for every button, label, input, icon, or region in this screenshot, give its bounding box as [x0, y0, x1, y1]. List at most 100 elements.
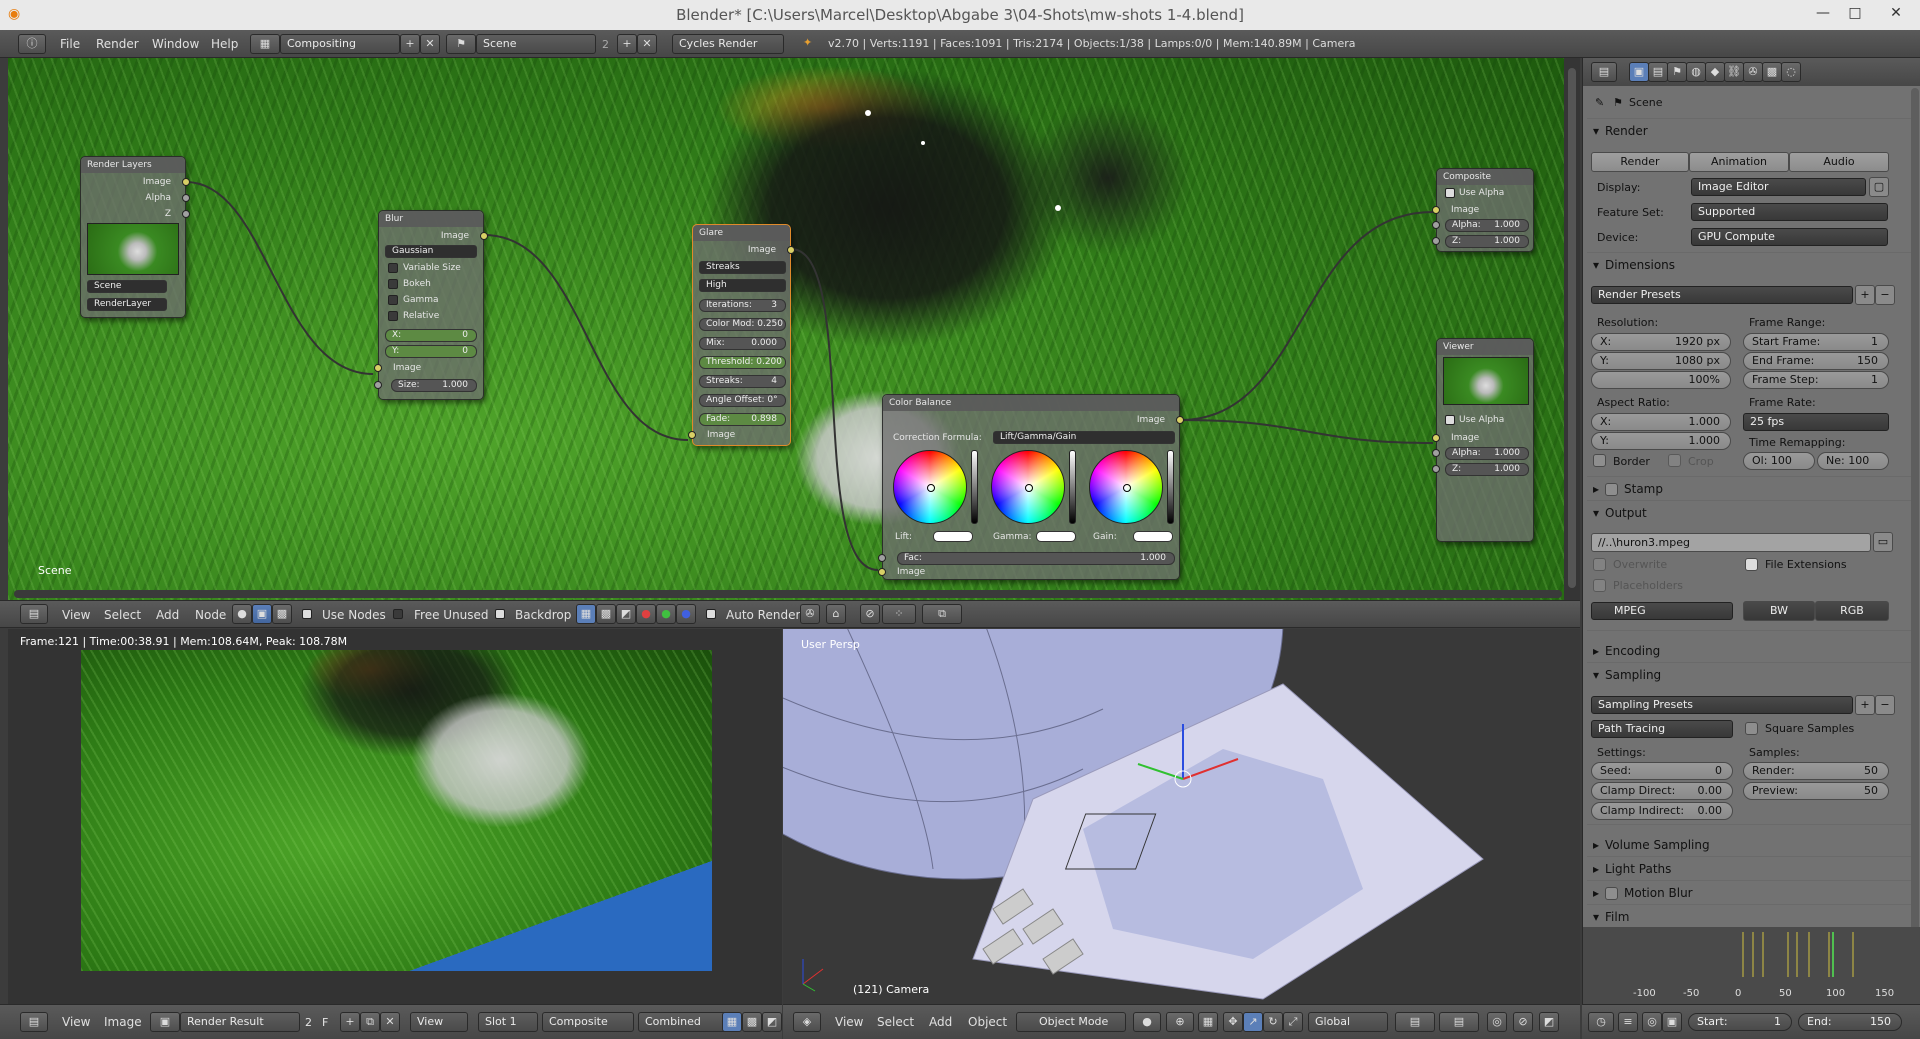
stamp-checkbox[interactable]	[1605, 483, 1618, 496]
timeline-start-field[interactable]: Start: 1	[1688, 1013, 1792, 1031]
aspect-y-field[interactable]: Y: 1.000	[1591, 432, 1731, 450]
occlude-icon[interactable]: ▦	[1198, 1012, 1218, 1032]
translate-icon[interactable]: ↗	[1243, 1012, 1263, 1032]
blur-x-field[interactable]: X: 0	[385, 329, 477, 342]
node-blur[interactable]: Blur Image Gaussian Variable Size Bokeh …	[374, 210, 488, 400]
render-layer-select[interactable]: Composite	[542, 1012, 634, 1032]
node-glare[interactable]: Glare Image Streaks High Iterations: 3 Co…	[688, 224, 795, 446]
sampling-panel-header[interactable]: ▾ Sampling	[1593, 668, 1661, 682]
menu-help[interactable]: Help	[211, 37, 238, 51]
object-tab-icon[interactable]: ◆	[1705, 62, 1725, 82]
overwrite-checkbox[interactable]	[1593, 558, 1606, 571]
stamp-panel-header[interactable]: ▸ Stamp	[1593, 482, 1663, 496]
input-socket[interactable]	[1432, 206, 1440, 214]
film-panel-header[interactable]: ▾ Film	[1593, 910, 1629, 924]
orientation-select[interactable]: Global	[1308, 1012, 1388, 1032]
green-channel-icon[interactable]: ●	[656, 604, 676, 624]
view-mode-select[interactable]: View	[410, 1012, 468, 1032]
input-socket[interactable]	[878, 568, 886, 576]
snap-icon[interactable]: ⊘	[1513, 1012, 1533, 1032]
layers-icon[interactable]: ▤	[1395, 1012, 1435, 1032]
seed-field[interactable]: Seed: 0	[1591, 762, 1733, 780]
constraints-tab-icon[interactable]: ⛓	[1724, 62, 1744, 82]
rgb-button[interactable]: RGB	[1815, 601, 1889, 621]
node-render-layers[interactable]: Render Layers Image Alpha Z Scene Render…	[80, 156, 190, 318]
alpha-field[interactable]: Alpha: 1.000	[1445, 447, 1529, 460]
formula-select[interactable]: Lift/Gamma/Gain	[993, 431, 1175, 444]
start-frame-field[interactable]: Start Frame: 1	[1743, 333, 1889, 351]
editor-type-icon[interactable]: ◷	[1588, 1012, 1614, 1032]
color-mod-field[interactable]: Color Mod: 0.250	[699, 318, 786, 331]
node-editor-vscroll[interactable]	[1564, 58, 1580, 600]
add-scene-icon[interactable]: +	[617, 34, 637, 54]
dimensions-panel-header[interactable]: ▾ Dimensions	[1593, 258, 1675, 272]
node-composite[interactable]: Composite Use Alpha Image Alpha: 1.000 Z:…	[1432, 168, 1534, 252]
mix-field[interactable]: Mix: 0.000	[699, 337, 786, 350]
lift-color-wheel[interactable]	[893, 450, 967, 524]
scale-icon[interactable]: ⤢	[1283, 1012, 1303, 1032]
time-new-field[interactable]: Ne: 100	[1817, 452, 1889, 470]
modifiers-tab-icon[interactable]: ✇	[1743, 62, 1763, 82]
resolution-percentage-field[interactable]: 100%	[1591, 371, 1731, 389]
editor-type-icon[interactable]: ◈	[793, 1012, 821, 1032]
glare-type-select[interactable]: Streaks	[699, 261, 786, 274]
input-socket[interactable]	[878, 554, 886, 562]
snap-icon[interactable]: ⊘	[860, 604, 880, 624]
minimize-button[interactable]: —	[1808, 2, 1838, 24]
editor-type-icon[interactable]: ⓘ	[18, 34, 46, 54]
manipulator-icon[interactable]: ✥	[1223, 1012, 1243, 1032]
gain-value-slider[interactable]	[1167, 450, 1174, 524]
unlink-image-icon[interactable]: ✕	[380, 1012, 400, 1032]
output-socket[interactable]	[182, 178, 190, 186]
resolution-y-field[interactable]: Y: 1080 px	[1591, 352, 1731, 370]
input-socket[interactable]	[374, 364, 382, 372]
browse-folder-icon[interactable]: ▭	[1873, 532, 1893, 552]
bw-button[interactable]: BW	[1743, 601, 1815, 621]
menu-add[interactable]: Add	[929, 1015, 952, 1029]
open-image-icon[interactable]: ⧉	[360, 1012, 380, 1032]
z-field[interactable]: Z: 1.000	[1445, 463, 1529, 476]
render-samples-field[interactable]: Render: 50	[1743, 762, 1889, 780]
layer-select[interactable]: RenderLayer	[87, 298, 167, 311]
render-button[interactable]: Render	[1591, 152, 1689, 172]
motion-blur-checkbox[interactable]	[1605, 887, 1618, 900]
volume-sampling-panel-header[interactable]: ▸ Volume Sampling	[1593, 838, 1710, 852]
output-panel-header[interactable]: ▾ Output	[1593, 506, 1647, 520]
menu-object[interactable]: Object	[968, 1015, 1007, 1029]
light-paths-panel-header[interactable]: ▸ Light Paths	[1593, 862, 1671, 876]
lock-icon[interactable]: ◎	[1487, 1012, 1507, 1032]
alpha-icon[interactable]: ▩	[596, 604, 616, 624]
gamma-checkbox[interactable]	[388, 295, 398, 305]
fake-user-toggle[interactable]: F	[322, 1016, 328, 1029]
timeline[interactable]: -100 -50 0 50 100 150	[1583, 927, 1920, 1004]
layers-icon-2[interactable]: ▤	[1439, 1012, 1479, 1032]
border-checkbox[interactable]	[1593, 454, 1606, 467]
output-socket[interactable]	[182, 194, 190, 202]
fac-field[interactable]: Fac: 1.000	[897, 552, 1175, 565]
keying-icon[interactable]: ◎	[1642, 1012, 1662, 1032]
device-select[interactable]: GPU Compute	[1691, 228, 1888, 246]
screen-layout-icon[interactable]: ▦	[250, 34, 280, 54]
red-channel-icon[interactable]: ●	[636, 604, 656, 624]
alpha-display-icon[interactable]: ▩	[742, 1012, 762, 1032]
motion-blur-panel-header[interactable]: ▸ Motion Blur	[1593, 886, 1693, 900]
animation-button[interactable]: Animation	[1689, 152, 1789, 172]
angle-offset-field[interactable]: Angle Offset: 0°	[699, 394, 786, 407]
streaks-field[interactable]: Streaks: 4	[699, 375, 786, 388]
close-button[interactable]: ✕	[1876, 2, 1916, 24]
scene-field[interactable]: Scene	[476, 34, 596, 54]
free-unused-checkbox[interactable]	[393, 609, 403, 619]
node-editor-backdrop[interactable]: Render Layers Image Alpha Z Scene Render…	[8, 58, 1564, 600]
scene-select[interactable]: Scene	[87, 280, 167, 293]
blur-size-field[interactable]: Size: 1.000	[391, 379, 477, 392]
gain-color-swatch[interactable]	[1133, 531, 1173, 542]
add-layout-icon[interactable]: +	[400, 34, 420, 54]
menu-select[interactable]: Select	[877, 1015, 914, 1029]
shader-nodes-icon[interactable]: ●	[232, 604, 252, 624]
input-socket[interactable]	[1432, 237, 1440, 245]
new-image-icon[interactable]: +	[340, 1012, 360, 1032]
editor-type-icon[interactable]: ▤	[20, 604, 48, 624]
timeline-end-field[interactable]: End: 150	[1798, 1013, 1902, 1031]
input-socket[interactable]	[1432, 465, 1440, 473]
menu-select[interactable]: Select	[104, 608, 141, 622]
